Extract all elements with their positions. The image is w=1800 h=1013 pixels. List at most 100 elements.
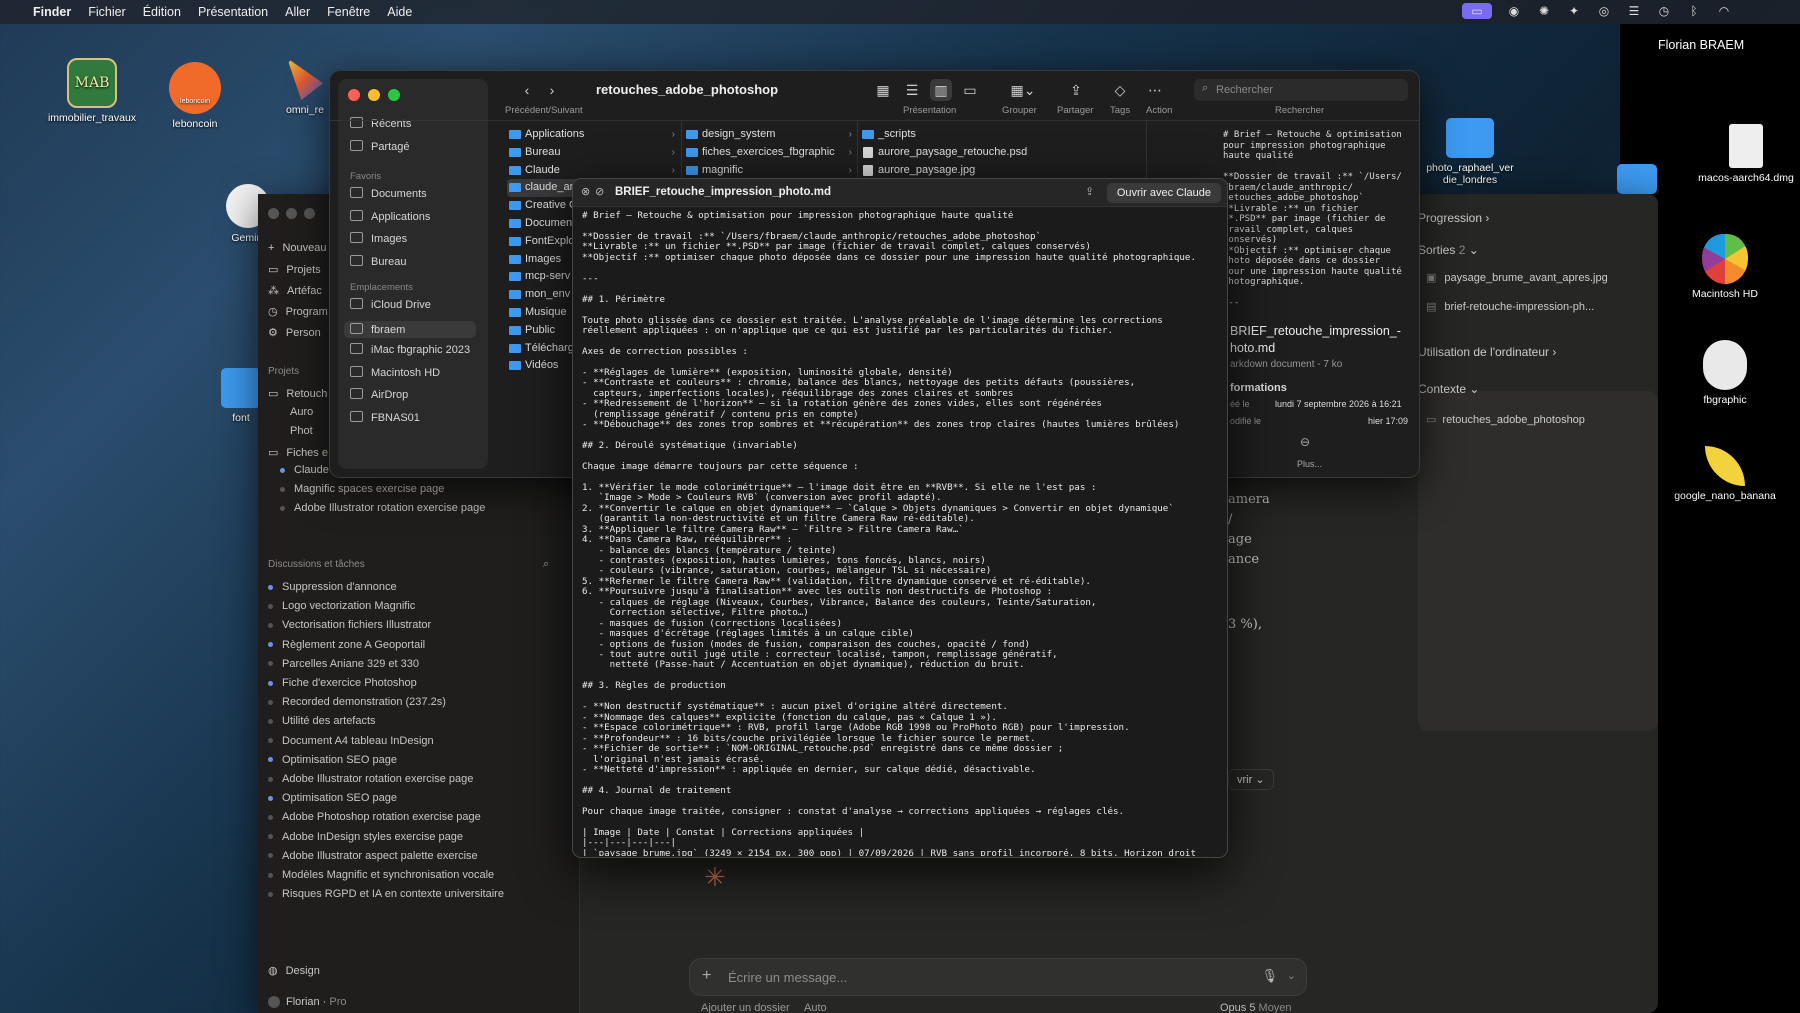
open-with-claude-button[interactable]: Ouvrir avec Claude bbox=[1106, 183, 1221, 203]
project-aurore[interactable]: Auro bbox=[290, 406, 313, 418]
desktop-icon-leboncoin[interactable]: leboncoin leboncoin bbox=[150, 62, 240, 130]
more-icon[interactable]: ⋯ bbox=[1144, 79, 1166, 101]
file-row[interactable]: _scripts bbox=[860, 126, 1144, 144]
screen-record-icon[interactable]: ▭ bbox=[1462, 3, 1492, 19]
desktop-icon-banana[interactable]: google_nano_banana bbox=[1665, 446, 1785, 502]
file-row[interactable]: Claude › bbox=[507, 162, 679, 180]
close-icon[interactable]: ⊗ bbox=[581, 185, 590, 198]
discussion-item[interactable]: Optimisation SEO page bbox=[268, 754, 397, 766]
microphone-icon[interactable]: 🎙 bbox=[1261, 968, 1278, 984]
zoom-button[interactable] bbox=[304, 208, 315, 219]
project-photo[interactable]: Phot bbox=[290, 425, 313, 437]
sidebar-item[interactable]: Récents bbox=[350, 117, 411, 130]
minimize-button[interactable] bbox=[286, 208, 297, 219]
discussion-item[interactable]: Logo vectorization Magnific bbox=[268, 600, 415, 612]
discussion-item[interactable]: Adobe Photoshop rotation exercise page bbox=[268, 811, 481, 823]
output-file[interactable]: ▣ paysage_brume_avant_apres.jpg bbox=[1426, 271, 1608, 284]
bluetooth-icon[interactable]: ᛒ bbox=[1686, 3, 1702, 19]
add-folder-button[interactable]: Ajouter un dossier bbox=[701, 1002, 790, 1013]
menu-aller[interactable]: Aller bbox=[285, 5, 310, 19]
more-circle-icon[interactable]: ⊖ bbox=[1300, 435, 1310, 449]
discussion-item[interactable]: Adobe Illustrator rotation exercise page bbox=[268, 773, 473, 785]
icon-view-icon[interactable]: ▦ bbox=[872, 79, 894, 101]
user-profile[interactable]: Florian · Pro bbox=[268, 996, 347, 1009]
time-machine-icon[interactable]: ◷ bbox=[1656, 3, 1672, 19]
file-row[interactable]: aurore_paysage.jpg bbox=[860, 162, 1144, 180]
back-button[interactable]: ‹ bbox=[516, 79, 538, 101]
outputs-section[interactable]: Sorties 2 ⌄ bbox=[1418, 243, 1479, 257]
tag-icon[interactable]: ◇ bbox=[1109, 79, 1131, 101]
wifi-icon[interactable]: ◠ bbox=[1716, 3, 1732, 19]
search-field[interactable]: ⌕ Rechercher bbox=[1194, 79, 1408, 101]
close-button[interactable] bbox=[268, 208, 279, 219]
output-file[interactable]: ▤ brief-retouche-impression-ph... bbox=[1426, 300, 1594, 313]
menu-presentation[interactable]: Présentation bbox=[198, 5, 268, 19]
sparkle-icon[interactable]: ✦ bbox=[1566, 3, 1582, 19]
discussion-item[interactable]: Vectorisation fichiers Illustrator bbox=[268, 619, 431, 631]
open-dropdown[interactable]: vrir ⌄ bbox=[1228, 769, 1274, 790]
project-fiches[interactable]: ▭ Fiches e bbox=[268, 446, 328, 459]
sidebar-item[interactable]: Images bbox=[350, 232, 407, 245]
sidebar-item[interactable]: iMac fbgraphic 2023 bbox=[350, 343, 470, 356]
file-row[interactable]: Applications › bbox=[507, 126, 679, 144]
file-row[interactable]: aurore_paysage_retouche.psd bbox=[860, 144, 1144, 162]
sidebar-item[interactable]: AirDrop bbox=[350, 388, 408, 401]
sidebar-item[interactable]: Bureau bbox=[350, 254, 406, 268]
discussion-item[interactable]: Règlement zone A Geoportail bbox=[268, 639, 425, 651]
desktop-icon-fbgraphic[interactable]: fbgraphic bbox=[1665, 340, 1785, 406]
nav-programs[interactable]: ◷ Program bbox=[268, 305, 328, 318]
mode-selector[interactable]: Auto bbox=[804, 1002, 827, 1013]
context-folder[interactable]: ▭ retouches_adobe_photoshop bbox=[1426, 413, 1585, 426]
discussion-item[interactable]: Modèles Magnific et synchronisation voca… bbox=[268, 869, 494, 881]
file-row[interactable]: Bureau › bbox=[507, 144, 679, 162]
close-button[interactable] bbox=[348, 89, 360, 101]
message-input[interactable]: Écrire un message... bbox=[728, 970, 847, 985]
menu-fichier[interactable]: Fichier bbox=[88, 5, 126, 19]
menu-edition[interactable]: Édition bbox=[143, 5, 181, 19]
discussion-item[interactable]: Adobe InDesign styles exercise page bbox=[268, 831, 463, 843]
sidebar-item[interactable]: fbraem bbox=[344, 320, 476, 338]
file-row[interactable]: fiches_exercices_fbgraphic › bbox=[684, 144, 856, 162]
discussion-item[interactable]: Document A4 tableau InDesign bbox=[268, 735, 434, 747]
chevron-down-icon[interactable]: ⌄ bbox=[1287, 969, 1296, 982]
context-section[interactable]: Contexte ⌄ bbox=[1418, 382, 1479, 396]
nav-design[interactable]: ◍ Design bbox=[268, 964, 320, 977]
nav-artifacts[interactable]: ⁂ Artéfac bbox=[268, 284, 322, 297]
share-icon[interactable]: ⇪ bbox=[1065, 79, 1087, 101]
discussion-item[interactable]: Adobe Illustrator aspect palette exercis… bbox=[268, 850, 478, 862]
desktop-icon-photo-folder[interactable]: photo_raphael_ver die_londres bbox=[1410, 118, 1530, 186]
menu-fenetre[interactable]: Fenêtre bbox=[327, 5, 370, 19]
discussion-item[interactable]: Optimisation SEO page bbox=[268, 792, 397, 804]
discussion-item[interactable]: Fiche d'exercice Photoshop bbox=[268, 677, 417, 689]
project-retouches[interactable]: ▭ Retouch bbox=[268, 387, 327, 400]
sidebar-item[interactable]: Macintosh HD bbox=[350, 365, 440, 379]
fullscreen-icon[interactable]: ⊘ bbox=[595, 185, 604, 198]
menu-aide[interactable]: Aide bbox=[387, 5, 412, 19]
desktop-icon-folder-2[interactable] bbox=[1617, 164, 1657, 198]
desktop-icon-dmg[interactable]: macos-aarch64.dmg bbox=[1686, 124, 1800, 184]
menu-app[interactable]: Finder bbox=[33, 5, 71, 19]
menu-extra-icon[interactable]: ◉ bbox=[1506, 3, 1522, 19]
zoom-button[interactable] bbox=[388, 89, 400, 101]
message-composer[interactable]: + Écrire un message... 🎙 ⌄ bbox=[689, 958, 1307, 996]
model-selector[interactable]: Opus 5 Moyen bbox=[1220, 1002, 1292, 1013]
list-view-icon[interactable]: ☰ bbox=[901, 79, 923, 101]
desktop-icon-macintosh-hd[interactable]: Macintosh HD bbox=[1665, 234, 1785, 300]
file-row[interactable]: magnific › bbox=[684, 162, 856, 180]
sidebar-item[interactable]: Applications bbox=[350, 209, 430, 223]
search-input[interactable]: Rechercher bbox=[1216, 84, 1273, 96]
search-icon[interactable]: ⌕ bbox=[543, 558, 549, 571]
nav-projects[interactable]: ▭ Projets bbox=[268, 263, 321, 276]
file-row[interactable]: design_system › bbox=[684, 126, 856, 144]
nav-personalize[interactable]: ⚙ Person bbox=[268, 326, 321, 339]
discussion-item[interactable]: Utilité des artefacts bbox=[268, 715, 376, 727]
sidebar-item[interactable]: Documents bbox=[350, 187, 427, 200]
gallery-view-icon[interactable]: ▭ bbox=[959, 79, 981, 101]
forward-button[interactable]: › bbox=[541, 79, 563, 101]
discussion-item[interactable]: Risques RGPD et IA en contexte universit… bbox=[268, 888, 504, 900]
fiche-item[interactable]: Adobe Illustrator rotation exercise page bbox=[280, 502, 485, 514]
computer-use-section[interactable]: Utilisation de l'ordinateur › bbox=[1418, 345, 1556, 359]
sidebar-item[interactable]: Partagé bbox=[350, 139, 410, 153]
discussion-item[interactable]: Recorded demonstration (237.2s) bbox=[268, 696, 446, 708]
column-view-icon[interactable]: ▥ bbox=[930, 79, 952, 101]
